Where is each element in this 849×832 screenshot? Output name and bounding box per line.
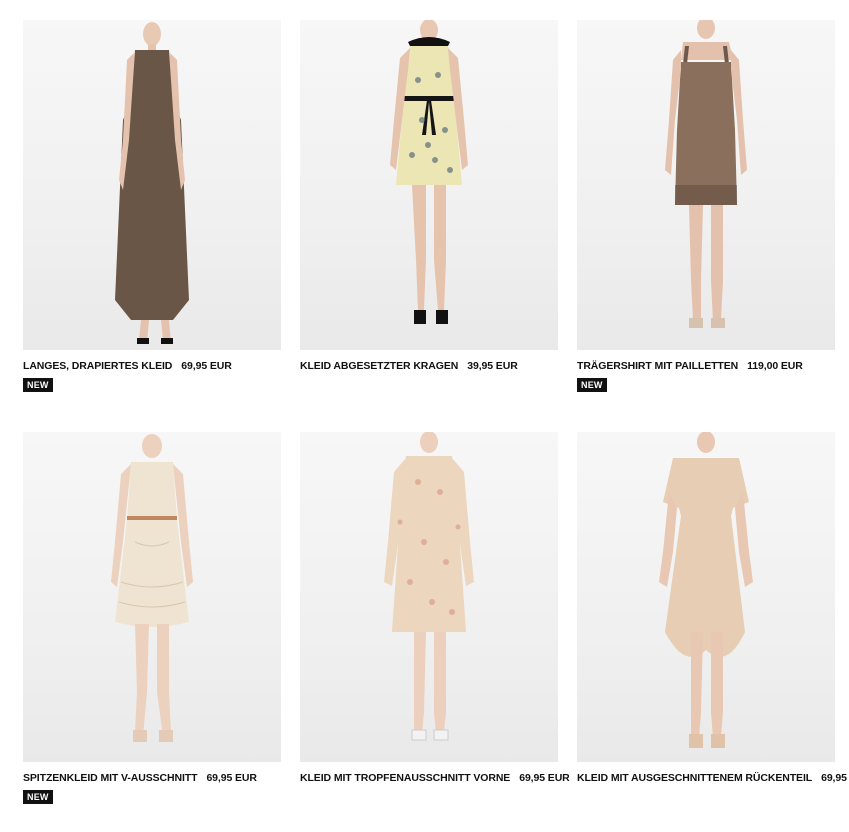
- product-price: 119,00 EUR: [747, 360, 803, 372]
- product-name[interactable]: LANGES, DRAPIERTES KLEID: [23, 360, 172, 372]
- product-price: 69,95 EUR: [519, 772, 570, 784]
- product-price: 69,95 EUR: [206, 772, 257, 784]
- product-name[interactable]: KLEID ABGESETZTER KRAGEN: [300, 360, 458, 372]
- product-image[interactable]: [577, 432, 835, 762]
- product-card[interactable]: KLEID ABGESETZTER KRAGEN 39,95 EUR: [300, 20, 558, 372]
- dress-photo-icon: [665, 20, 747, 328]
- dress-photo-icon: [111, 434, 193, 742]
- product-name[interactable]: KLEID MIT AUSGESCHNITTENEM RÜCKENTEIL: [577, 772, 812, 784]
- product-card[interactable]: LANGES, DRAPIERTES KLEID 69,95 EUR NEW: [23, 20, 281, 393]
- product-image[interactable]: [23, 432, 281, 762]
- new-badge: NEW: [23, 790, 53, 804]
- product-price: 39,95 EUR: [467, 360, 518, 372]
- product-name[interactable]: SPITZENKLEID MIT V-AUSSCHNITT: [23, 772, 198, 784]
- product-card[interactable]: KLEID MIT AUSGESCHNITTENEM RÜCKENTEIL 69,…: [577, 432, 849, 784]
- product-image[interactable]: [300, 432, 558, 762]
- product-price: 69,95 EUR: [821, 772, 849, 784]
- product-grid: LANGES, DRAPIERTES KLEID 69,95 EUR NEW K…: [0, 0, 849, 832]
- product-image[interactable]: [577, 20, 835, 350]
- dress-photo-icon: [390, 20, 468, 324]
- product-image[interactable]: [23, 20, 281, 350]
- product-image[interactable]: [300, 20, 558, 350]
- dress-photo-icon: [384, 432, 474, 741]
- dress-photo-icon: [115, 22, 189, 344]
- product-name[interactable]: KLEID MIT TROPFENAUSSCHNITT VORNE: [300, 772, 510, 784]
- new-badge: NEW: [577, 378, 607, 392]
- product-card[interactable]: KLEID MIT TROPFENAUSSCHNITT VORNE 69,95 E…: [300, 432, 570, 784]
- dress-photo-icon: [659, 432, 753, 748]
- product-card[interactable]: TRÄGERSHIRT MIT PAILLETTEN 119,00 EUR NEW: [577, 20, 835, 393]
- product-card[interactable]: SPITZENKLEID MIT V-AUSSCHNITT 69,95 EUR N…: [23, 432, 281, 805]
- product-price: 69,95 EUR: [181, 360, 232, 372]
- product-name[interactable]: TRÄGERSHIRT MIT PAILLETTEN: [577, 360, 738, 372]
- new-badge: NEW: [23, 378, 53, 392]
